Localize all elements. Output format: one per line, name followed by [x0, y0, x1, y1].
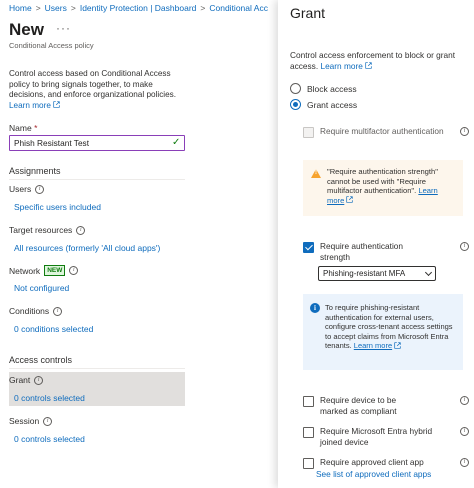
network-label: Network NEW i: [9, 265, 79, 276]
network-link[interactable]: Not configured: [14, 283, 69, 293]
description-text: Control access based on Conditional Acce…: [9, 69, 177, 100]
require-compliant-checkbox[interactable]: [303, 396, 314, 407]
require-mfa-option: Require multifactor authentication i: [303, 126, 469, 138]
learn-more-label: Learn more: [9, 100, 51, 110]
grant-description-text: Control access enforcement to block or g…: [290, 50, 456, 71]
new-badge: NEW: [44, 265, 66, 276]
users-label: Users i: [9, 184, 45, 194]
external-link-icon: [346, 196, 353, 203]
require-compliant-option: Require device to be marked as compliant…: [303, 395, 469, 416]
require-auth-strength-label: Require authentication strength: [320, 241, 404, 262]
warning-icon: !: [311, 169, 321, 178]
warning-text-block: "Require authentication strength" cannot…: [327, 167, 457, 205]
target-resources-label: Target resources i: [9, 225, 86, 235]
grant-controls-link[interactable]: 0 controls selected: [14, 393, 85, 403]
ellipsis-icon[interactable]: ···: [56, 21, 71, 35]
block-access-radio[interactable]: [290, 83, 301, 94]
require-mfa-checkbox[interactable]: [303, 127, 314, 138]
info-learn-more-label: Learn more: [353, 341, 393, 350]
grant-access-label: Grant access: [307, 99, 358, 110]
info-icon[interactable]: i: [460, 396, 469, 405]
approved-apps-link[interactable]: See list of approved client apps: [316, 469, 431, 479]
chevron-down-icon: [424, 268, 433, 276]
require-hybrid-checkbox[interactable]: [303, 427, 314, 438]
grant-access-option[interactable]: Grant access: [290, 99, 357, 110]
info-learn-more-link[interactable]: Learn more: [354, 341, 401, 350]
info-icon[interactable]: i: [460, 242, 469, 251]
users-selection-link[interactable]: Specific users included: [14, 202, 101, 212]
breadcrumb: Home > Users > Identity Protection | Dashboa…: [9, 3, 268, 13]
assignments-heading: Assignments: [9, 166, 61, 176]
page-subtitle: Conditional Access policy: [9, 41, 94, 50]
section-divider: [9, 179, 185, 180]
warning-message: ! "Require authentication strength" cann…: [303, 160, 463, 216]
policy-description: Control access based on Conditional Acce…: [9, 69, 189, 111]
require-compliant-label: Require device to be marked as compliant: [320, 395, 397, 416]
breadcrumb-separator: >: [200, 3, 206, 13]
session-controls-link[interactable]: 0 controls selected: [14, 434, 85, 444]
info-icon[interactable]: i: [35, 184, 45, 194]
breadcrumb-separator: >: [70, 3, 76, 13]
info-icon: i: [310, 303, 320, 313]
learn-more-link[interactable]: Learn more: [9, 101, 60, 110]
session-label: Session i: [9, 416, 53, 426]
require-mfa-label: Require multifactor authentication: [320, 126, 444, 136]
require-approved-app-label: Require approved client app: [320, 457, 424, 467]
conditions-label: Conditions i: [9, 306, 63, 316]
external-link-icon: [394, 341, 401, 349]
require-auth-strength-checkbox[interactable]: [303, 242, 314, 253]
breadcrumb-conditional-access[interactable]: Conditional Acc: [209, 3, 268, 13]
checkmark-icon: ✓: [172, 137, 181, 148]
grant-panel: Grant Control access enforcement to bloc…: [278, 0, 474, 488]
breadcrumb-home[interactable]: Home: [9, 3, 32, 13]
info-icon[interactable]: i: [69, 266, 79, 275]
auth-strength-dropdown[interactable]: Phishing-resistant MFA: [318, 266, 436, 281]
name-label-text: Name: [9, 123, 32, 133]
info-message: i To require phishing-resistant authenti…: [303, 294, 463, 370]
page-title: New: [9, 20, 44, 39]
breadcrumb-users[interactable]: Users: [45, 3, 67, 13]
target-resources-label-text: Target resources: [9, 225, 73, 235]
block-access-option[interactable]: Block access: [290, 83, 357, 94]
grant-label-text: Grant: [9, 375, 31, 385]
info-icon[interactable]: i: [43, 416, 53, 426]
breadcrumb-separator: >: [35, 3, 41, 13]
breadcrumb-identity-protection[interactable]: Identity Protection | Dashboard: [80, 3, 197, 13]
info-icon[interactable]: i: [460, 127, 469, 136]
conditions-label-text: Conditions: [9, 306, 50, 316]
grant-label: Grant i: [9, 375, 44, 385]
external-link-icon: [365, 62, 372, 69]
require-approved-app-option: Require approved client app i: [303, 457, 469, 469]
require-approved-app-checkbox[interactable]: [303, 458, 314, 469]
block-access-label: Block access: [307, 83, 357, 94]
info-icon[interactable]: i: [53, 306, 63, 316]
panel-title: Grant: [290, 5, 326, 21]
grant-access-radio[interactable]: [290, 99, 301, 110]
grant-description: Control access enforcement to block or g…: [290, 50, 462, 72]
required-mark: *: [34, 123, 38, 133]
name-label: Name *: [9, 123, 37, 133]
grant-learn-more-label: Learn more: [320, 60, 363, 71]
grant-learn-more-link[interactable]: Learn more: [320, 60, 372, 71]
target-resources-link[interactable]: All resources (formerly 'All cloud apps'…: [14, 243, 160, 253]
info-text-block: To require phishing-resistant authentica…: [325, 303, 458, 351]
info-icon[interactable]: i: [460, 458, 469, 467]
section-divider: [9, 368, 185, 369]
policy-name-input[interactable]: [9, 135, 185, 151]
require-hybrid-option: Require Microsoft Entra hybrid joined de…: [303, 426, 469, 447]
require-auth-strength-option: Require authentication strength i: [303, 241, 469, 262]
info-icon[interactable]: i: [76, 225, 86, 235]
access-controls-heading: Access controls: [9, 355, 73, 365]
session-label-text: Session: [9, 416, 40, 426]
conditions-link[interactable]: 0 conditions selected: [14, 324, 93, 334]
info-icon[interactable]: i: [460, 427, 469, 436]
info-icon[interactable]: i: [34, 375, 44, 385]
users-label-text: Users: [9, 184, 32, 194]
network-label-text: Network: [9, 265, 41, 276]
auth-strength-value: Phishing-resistant MFA: [323, 269, 406, 278]
require-hybrid-label: Require Microsoft Entra hybrid joined de…: [320, 426, 433, 447]
policy-editor-pane: Home > Users > Identity Protection | Dashboa…: [0, 0, 278, 488]
external-link-icon: [53, 101, 60, 108]
